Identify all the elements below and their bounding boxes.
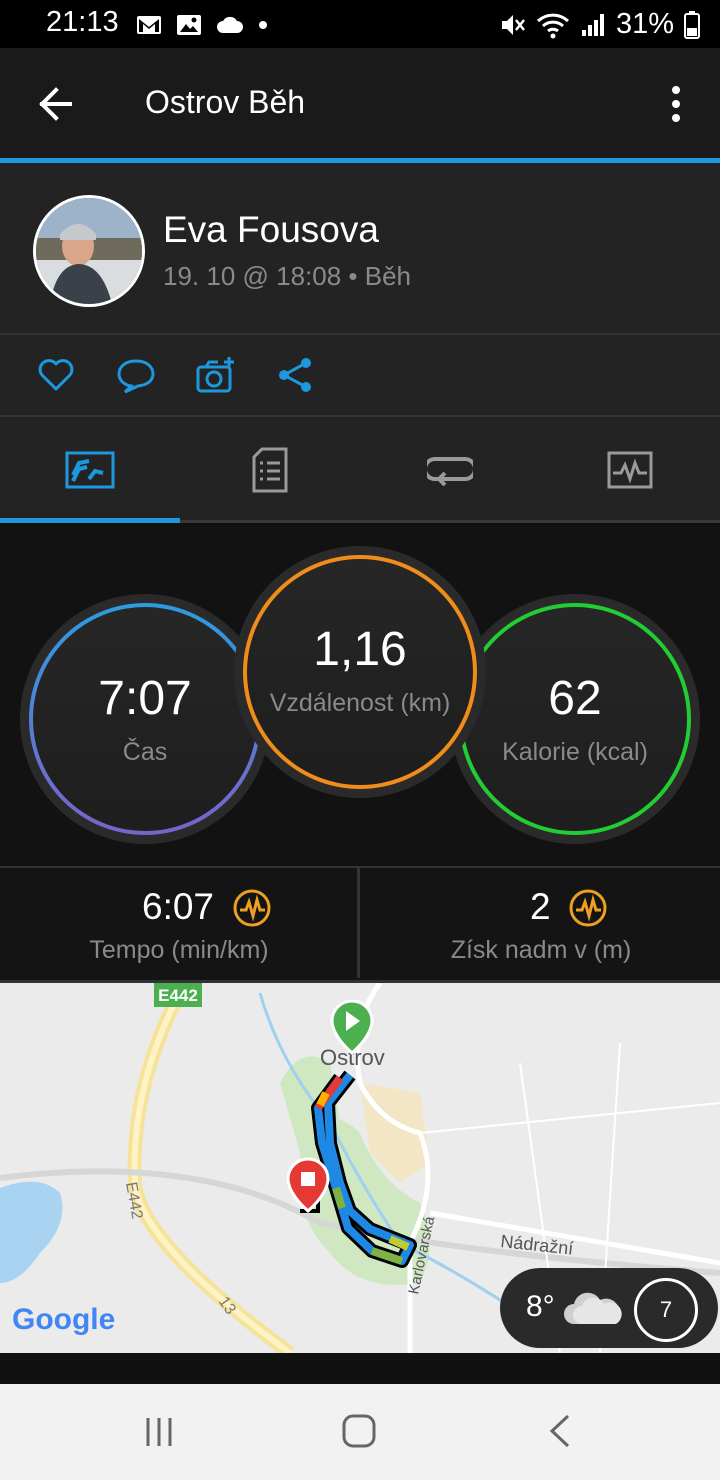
calories-stat: 62 Kalorie (kcal) — [450, 594, 700, 844]
metrics-row: 6:07 Tempo (min/km) 2 Získ nadm v (m) — [0, 866, 720, 984]
gmail-icon — [137, 16, 161, 34]
gallery-icon — [177, 15, 201, 35]
elevation-value: 2 — [530, 886, 551, 927]
time-value: 7:07 — [98, 672, 192, 725]
elevation-metric[interactable]: 2 Získ nadm v (m) — [362, 868, 720, 980]
home-icon[interactable] — [342, 1414, 376, 1448]
distance-label: Vzdálenost (km) — [269, 689, 451, 717]
google-logo: Google — [12, 1303, 115, 1336]
tab-laps[interactable] — [360, 417, 540, 523]
overview-stats-icon — [65, 451, 115, 489]
like-heart-icon[interactable] — [36, 355, 76, 395]
chart-pulse-icon — [607, 451, 653, 489]
app-bar: Ostrov Běh — [0, 48, 720, 158]
pace-value: 6:07 — [142, 886, 215, 927]
mute-icon — [501, 14, 525, 35]
tab-details[interactable] — [180, 417, 360, 523]
activity-date-type: 19. 10 @ 18:08 • Běh — [163, 261, 412, 291]
time-stat: 7:07 Čas — [20, 594, 270, 844]
weather-temperature: 8° — [526, 1290, 555, 1323]
road-label-e442: E442 — [158, 986, 198, 1005]
laps-loop-icon — [427, 457, 473, 487]
stats-panel: 7:07 Čas 62 Kalorie (kcal) 1,16 Vzdáleno… — [0, 525, 720, 865]
tab-overview[interactable] — [0, 417, 180, 523]
add-photo-icon[interactable] — [196, 355, 236, 395]
battery-percent: 31% — [615, 8, 674, 40]
back-arrow-icon[interactable] — [36, 84, 76, 124]
pace-graph-icon — [233, 889, 271, 927]
metrics-divider — [357, 866, 360, 978]
activity-header: Eva Fousova 19. 10 @ 18:08 • Běh — [0, 163, 720, 335]
notification-icons — [136, 12, 268, 38]
weather-badge[interactable]: 8° 7 — [500, 1268, 718, 1348]
user-name: Eva Fousova — [163, 209, 379, 250]
elevation-label: Získ nadm v (m) — [450, 936, 632, 964]
bottom-strip — [0, 1353, 720, 1384]
tab-active-indicator — [0, 518, 180, 523]
avatar[interactable] — [33, 195, 145, 307]
page-title: Ostrov Běh — [145, 84, 306, 120]
pace-label: Tempo (min/km) — [89, 936, 269, 964]
calories-value: 62 — [548, 672, 602, 725]
back-nav-icon[interactable] — [548, 1414, 572, 1448]
tab-charts[interactable] — [540, 417, 720, 523]
battery-icon — [684, 10, 700, 39]
distance-value: 1,16 — [313, 623, 407, 676]
wind-speed: 7 — [659, 1297, 673, 1322]
recent-apps-icon[interactable] — [144, 1416, 174, 1448]
pace-metric[interactable]: 6:07 Tempo (min/km) — [0, 868, 358, 980]
comment-icon[interactable] — [116, 355, 156, 395]
system-nav-bar — [0, 1384, 720, 1480]
status-bar: 21:13 31% — [0, 0, 720, 48]
cloud-icon — [217, 16, 243, 33]
time-label: Čas — [122, 738, 168, 766]
document-list-icon — [252, 447, 288, 493]
wifi-icon — [536, 13, 569, 38]
route-map[interactable]: E442 E442 13 Ostrov Nádražní Karlovarská… — [0, 983, 720, 1353]
signal-icon — [581, 13, 604, 36]
wind-indicator: 7 — [634, 1278, 698, 1342]
calories-label: Kalorie (kcal) — [502, 738, 648, 766]
action-bar — [0, 335, 720, 417]
dot-icon — [259, 21, 267, 29]
cloud-weather-icon — [564, 1292, 622, 1324]
share-icon[interactable] — [276, 355, 316, 395]
status-time: 21:13 — [46, 6, 119, 38]
tab-bar — [0, 417, 720, 523]
elevation-graph-icon — [569, 889, 607, 927]
more-options-icon[interactable] — [668, 84, 684, 124]
distance-stat: 1,16 Vzdálenost (km) — [234, 546, 486, 798]
system-icons: 31% — [498, 8, 700, 41]
